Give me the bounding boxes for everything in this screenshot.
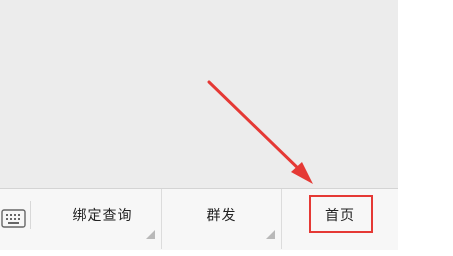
menu-item-mass-message[interactable]: 群发 [162, 189, 282, 249]
submenu-indicator-icon [266, 230, 275, 239]
keyboard-toggle-button[interactable] [0, 201, 31, 229]
chat-area [0, 0, 398, 188]
submenu-indicator-icon [146, 230, 155, 239]
wechat-account-screen: 绑定查询 群发 首页 [0, 0, 453, 256]
menu-item-label: 群发 [206, 208, 237, 224]
menu-item-label: 绑定查询 [72, 208, 133, 224]
keyboard-icon [1, 209, 26, 228]
annotation-highlight-box [309, 195, 373, 233]
menu-item-binding-query[interactable]: 绑定查询 [44, 189, 162, 249]
